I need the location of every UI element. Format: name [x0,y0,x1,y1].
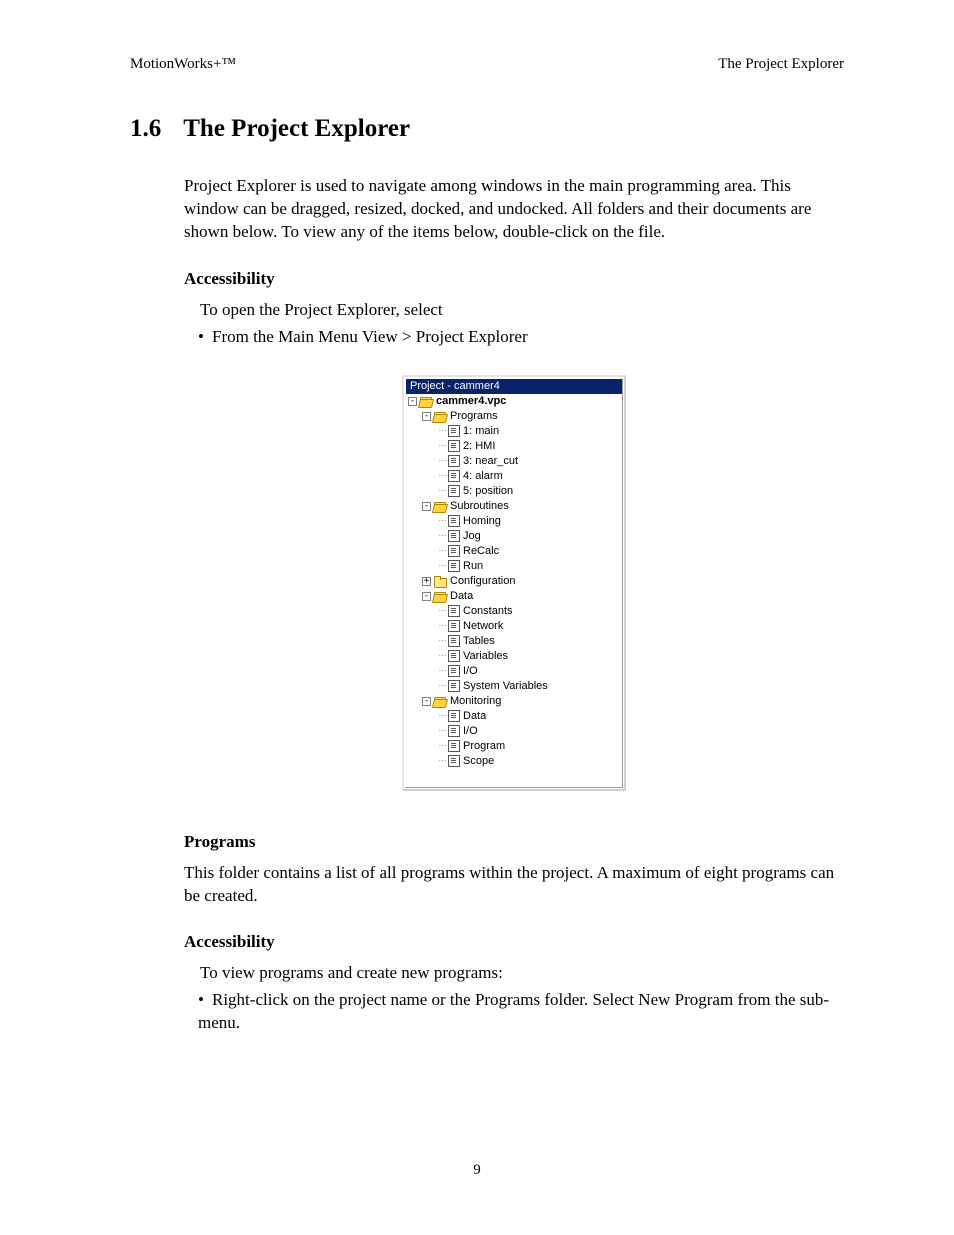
header-right: The Project Explorer [718,56,844,73]
section-title: The Project Explorer [183,115,410,142]
expander-icon[interactable]: - [422,502,431,511]
file-icon [448,620,460,632]
tree-file[interactable]: ⋯1: main [406,424,622,439]
tree-file[interactable]: ⋯Scope [406,754,622,769]
tree-file[interactable]: ⋯Run [406,559,622,574]
tree-title-bar: Project - cammer4 [406,379,622,394]
tree-root-label: cammer4.vpc [436,396,506,407]
programs-heading: Programs [184,831,844,854]
accessibility2-bullet: •Right-click on the project name or the … [198,989,844,1035]
page-header: MotionWorks+™ The Project Explorer [130,56,844,73]
folder-open-icon [433,591,447,602]
project-explorer-window: Project - cammer4 - cammer4.vpc - Progra… [402,375,626,791]
file-icon [448,485,460,497]
file-icon [448,740,460,752]
folder-open-icon [419,396,433,407]
file-icon [448,710,460,722]
file-icon [448,440,460,452]
tree-file[interactable]: ⋯System Variables [406,679,622,694]
accessibility-heading-1: Accessibility [184,268,844,291]
tree-folder-subroutines[interactable]: - Subroutines [406,499,622,514]
accessibility2-line: To view programs and create new programs… [200,962,844,985]
accessibility1-line: To open the Project Explorer, select [200,299,844,322]
file-icon [448,560,460,572]
tree-file[interactable]: ⋯Constants [406,604,622,619]
programs-body: This folder contains a list of all progr… [184,862,844,908]
file-icon [448,455,460,467]
accessibility-heading-2: Accessibility [184,931,844,954]
tree-file[interactable]: ⋯ReCalc [406,544,622,559]
tree-file[interactable]: ⋯2: HMI [406,439,622,454]
file-icon [448,635,460,647]
tree-folder-data[interactable]: - Data [406,589,622,604]
expander-icon[interactable]: - [422,697,431,706]
folder-open-icon [433,696,447,707]
expander-icon[interactable]: - [408,397,417,406]
file-icon [448,470,460,482]
page-number: 9 [0,1162,954,1179]
file-icon [448,665,460,677]
file-icon [448,515,460,527]
file-icon [448,650,460,662]
tree-file[interactable]: ⋯Homing [406,514,622,529]
file-icon [448,755,460,767]
tree-file[interactable]: ⋯Program [406,739,622,754]
tree-file[interactable]: ⋯Tables [406,634,622,649]
expander-icon[interactable]: - [422,592,431,601]
tree-folder-configuration[interactable]: + Configuration [406,574,622,589]
expander-icon[interactable]: - [422,412,431,421]
accessibility1-bullet: •From the Main Menu View > Project Explo… [198,326,844,349]
intro-paragraph: Project Explorer is used to navigate amo… [184,175,844,244]
tree-file[interactable]: ⋯Data [406,709,622,724]
tree-file[interactable]: ⋯Jog [406,529,622,544]
file-icon [448,425,460,437]
tree-file[interactable]: ⋯Network [406,619,622,634]
file-icon [448,725,460,737]
tree-file[interactable]: ⋯5: position [406,484,622,499]
tree-file[interactable]: ⋯3: near_cut [406,454,622,469]
section-number: 1.6 [130,115,161,143]
tree-file[interactable]: ⋯4: alarm [406,469,622,484]
file-icon [448,605,460,617]
file-icon [448,680,460,692]
tree-root[interactable]: - cammer4.vpc [406,394,622,409]
header-left: MotionWorks+™ [130,56,236,73]
tree-folder-programs[interactable]: - Programs [406,409,622,424]
expander-icon[interactable]: + [422,577,431,586]
file-icon [448,530,460,542]
folder-open-icon [433,411,447,422]
tree-file[interactable]: ⋯I/O [406,724,622,739]
folder-open-icon [433,501,447,512]
tree-folder-monitoring[interactable]: - Monitoring [406,694,622,709]
folder-closed-icon [433,576,447,587]
file-icon [448,545,460,557]
section-heading: 1.6 The Project Explorer [130,115,844,143]
tree-file[interactable]: ⋯I/O [406,664,622,679]
tree-file[interactable]: ⋯Variables [406,649,622,664]
